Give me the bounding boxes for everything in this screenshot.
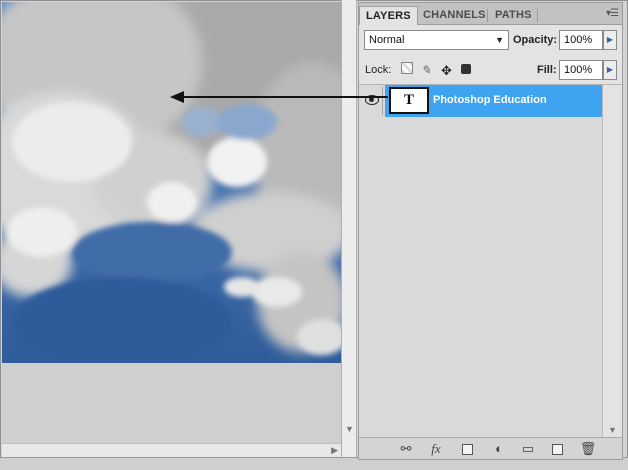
scroll-right-icon[interactable]: ▶ (331, 445, 338, 456)
layer-row[interactable]: T Photoshop Education (359, 85, 602, 117)
layers-list: T Photoshop Education (359, 85, 602, 437)
fill-label: Fill: (537, 64, 557, 76)
layers-panel: LAYERS CHANNELS PATHS ▾☰ Normal ▼ Opacit… (358, 2, 623, 460)
scroll-down-icon[interactable]: ▼ (345, 424, 354, 434)
tab-paths[interactable]: PATHS (489, 6, 538, 25)
tab-separator (487, 9, 488, 22)
visibility-toggle[interactable] (361, 87, 383, 115)
blend-row: Normal ▼ Opacity: 100% ▶ (359, 25, 622, 55)
scroll-down-icon[interactable]: ▼ (608, 425, 617, 435)
trash-icon[interactable]: 🗑 (579, 441, 597, 457)
tab-channels[interactable]: CHANNELS (417, 6, 492, 25)
document-canvas[interactable] (2, 2, 341, 443)
tab-separator (537, 9, 538, 22)
lock-label: Lock: (365, 64, 392, 76)
fx-icon[interactable]: fx (427, 441, 445, 457)
panel-footer: ⚯ fx ◐ ▭ 🗑 (359, 437, 622, 459)
opacity-label: Opacity: (513, 34, 558, 46)
panel-tabs: LAYERS CHANNELS PATHS ▾☰ (359, 3, 622, 26)
fill-slider-button[interactable]: ▶ (603, 60, 617, 80)
sky-photo (2, 2, 341, 363)
layer-name[interactable]: Photoshop Education (433, 94, 547, 106)
opacity-value: 100% (564, 34, 593, 46)
layer-selected[interactable]: T Photoshop Education (385, 85, 602, 117)
new-group-icon[interactable]: ▭ (519, 441, 537, 457)
text-layer-thumbnail: T (389, 87, 429, 114)
chevron-down-icon: ▼ (495, 35, 504, 45)
lock-row: Lock: ✎ ✥ Fill: 100% ▶ (359, 55, 622, 85)
eye-icon (365, 95, 379, 105)
layers-vertical-scrollbar[interactable]: ▼ (602, 85, 622, 437)
fill-value: 100% (564, 64, 593, 76)
canvas-vertical-scrollbar[interactable]: ▼ (341, 0, 357, 460)
panel-menu-icon[interactable]: ▾☰ (606, 8, 619, 19)
fill-input[interactable]: 100% (559, 60, 603, 80)
lock-transparent-icon[interactable] (401, 62, 413, 74)
tab-layers[interactable]: LAYERS (359, 6, 418, 26)
opacity-input[interactable]: 100% (559, 30, 603, 50)
adjustment-layer-icon[interactable]: ◐ (490, 441, 508, 457)
lock-image-icon[interactable]: ✎ (421, 63, 431, 77)
blend-mode-select[interactable]: Normal ▼ (364, 30, 509, 50)
new-layer-icon[interactable] (552, 444, 563, 455)
opacity-slider-button[interactable]: ▶ (603, 30, 617, 50)
lock-position-icon[interactable]: ✥ (441, 63, 452, 79)
layer-mask-icon[interactable] (462, 444, 473, 455)
link-layers-icon[interactable]: ⚯ (397, 441, 415, 457)
lock-all-icon[interactable] (461, 64, 471, 74)
canvas-horizontal-scrollbar[interactable]: ▶ (2, 443, 341, 457)
blend-mode-value: Normal (369, 34, 405, 46)
